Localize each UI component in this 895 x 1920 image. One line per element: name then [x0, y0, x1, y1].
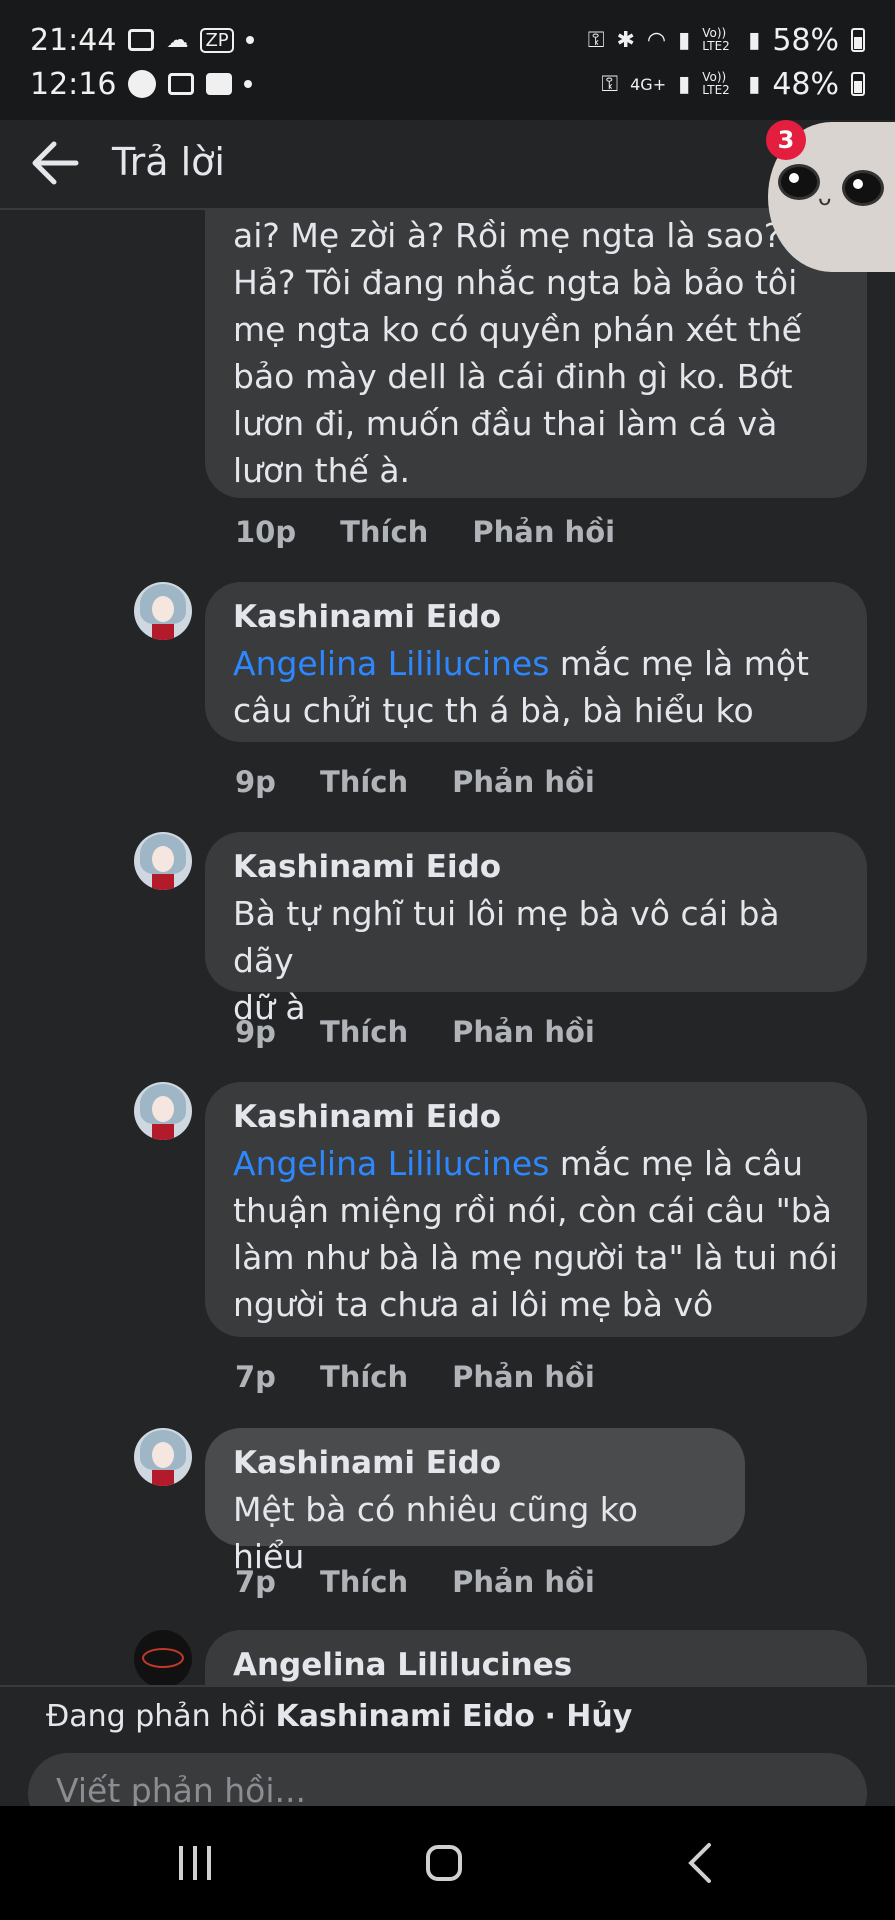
- comment-text: ai? Mẹ zời à? Rồi mẹ ngta là sao? Hả? Tô…: [233, 212, 839, 494]
- comment-actions: 9p Thích Phản hồi: [235, 1015, 595, 1049]
- like-button[interactable]: Thích: [320, 1360, 408, 1394]
- comment-bubble: ai? Mẹ zời à? Rồi mẹ ngta là sao? Hả? Tô…: [205, 210, 867, 498]
- reply-button[interactable]: Phản hồi: [452, 1360, 595, 1394]
- reply-composer: Đang phản hồi Kashinami Eido · Hủy Viết …: [0, 1685, 895, 1833]
- comment-line: mắc mẹ là câu: [549, 1144, 803, 1183]
- battery-percent-2: 48%: [772, 66, 839, 102]
- back-chevron-icon: [688, 1843, 711, 1883]
- notification-dot-icon: [245, 36, 254, 44]
- signal-icon-3: ▮: [678, 71, 691, 97]
- status-row-secondary: 12:16 ⚿ 4G+ ▮ Vo)) LTE2 ▮ 48%: [30, 62, 865, 106]
- network-type: 4G+: [630, 74, 667, 94]
- like-button[interactable]: Thích: [320, 1015, 408, 1049]
- comment-time: 9p: [235, 1015, 276, 1049]
- comment-time: 10p: [235, 515, 297, 549]
- avatar[interactable]: [134, 582, 192, 640]
- comment-line: ai? Mẹ zời à? Rồi mẹ ngta là sao?: [233, 216, 782, 255]
- comment-author[interactable]: Kashinami Eido: [233, 1440, 717, 1486]
- wifi-icon: ◠: [646, 27, 667, 53]
- avatar[interactable]: [134, 1428, 192, 1486]
- mention-link[interactable]: Angelina Lililucines: [233, 1144, 549, 1183]
- comment-time: 9p: [235, 765, 276, 799]
- avatar[interactable]: [134, 832, 192, 890]
- comment-actions: 7p Thích Phản hồi: [235, 1360, 595, 1394]
- comment-text: Bà tự nghĩ tui lôi mẹ bà vô cái bà dãy d…: [233, 890, 839, 1031]
- comment-time: 7p: [235, 1565, 276, 1599]
- like-button[interactable]: Thích: [340, 515, 428, 549]
- comment-time: 7p: [235, 1360, 276, 1394]
- back-button[interactable]: [680, 1836, 720, 1890]
- notification-dot-icon-2: [244, 80, 253, 88]
- vpn-key-icon: ⚿: [587, 27, 605, 53]
- comment-thread[interactable]: ai? Mẹ zời à? Rồi mẹ ngta là sao? Hả? Tô…: [0, 210, 895, 1685]
- comment-author[interactable]: Kashinami Eido: [233, 594, 839, 640]
- signal-icon: ▮: [678, 27, 691, 53]
- comment-line: lươn đi, muốn đầu thai làm cá và: [233, 404, 778, 443]
- reply-input-placeholder: Viết phản hồi...: [56, 1771, 306, 1810]
- signal-icon-4: ▮: [748, 71, 761, 97]
- cloud-icon: ☁: [166, 27, 189, 53]
- replying-prefix: Đang phản hồi: [46, 1699, 266, 1734]
- bluetooth-icon: ✱: [616, 27, 635, 53]
- status-row-primary: 21:44 ☁ ZP ⚿ ✱ ◠ ▮ Vo)) LTE2 ▮ 58%: [30, 18, 865, 62]
- battery-percent: 58%: [772, 22, 839, 58]
- system-nav-bar: [0, 1806, 895, 1920]
- comment-actions: 7p Thích Phản hồi: [235, 1565, 595, 1599]
- comment-line: người ta chưa ai lôi mẹ bà vô: [233, 1285, 714, 1324]
- volte-label-2: Vo)) LTE2: [702, 70, 730, 97]
- comment-line: mắc mẹ là một: [549, 644, 809, 683]
- comment-bubble: Kashinami Eido Mệt bà có nhiêu cũng ko h…: [205, 1428, 745, 1576]
- app-header: Trả lời: [0, 120, 895, 210]
- comment-author[interactable]: Kashinami Eido: [233, 1094, 839, 1140]
- status-time-2: 12:16: [30, 66, 117, 102]
- replying-to-label: Đang phản hồi Kashinami Eido · Hủy: [46, 1699, 632, 1734]
- reply-button[interactable]: Phản hồi: [452, 765, 595, 799]
- zp-icon: ZP: [200, 27, 234, 53]
- reply-button[interactable]: Phản hồi: [452, 1015, 595, 1049]
- comment-line: bảo mày dell là cái đinh gì ko. Bớt: [233, 357, 793, 396]
- reply-button[interactable]: Phản hồi: [472, 515, 615, 549]
- youtube-icon: [206, 73, 233, 95]
- home-button[interactable]: [424, 1836, 464, 1890]
- comment-line: Hả? Tôi đang nhắc ngta bà bảo tôi: [233, 263, 798, 302]
- comment-author[interactable]: Kashinami Eido: [233, 844, 839, 890]
- comment-line: làm như bà là mẹ người ta" là tui nói: [233, 1238, 838, 1277]
- cancel-reply-button[interactable]: · Hủy: [544, 1699, 632, 1734]
- comment-bubble: Kashinami Eido Bà tự nghĩ tui lôi mẹ bà …: [205, 832, 867, 1027]
- avatar[interactable]: [134, 1630, 192, 1685]
- recent-apps-button[interactable]: [172, 1836, 218, 1890]
- signal-icon-2: ▮: [748, 27, 761, 53]
- comment-line: mẹ ngta ko có quyền phán xét thế: [233, 310, 802, 349]
- gallery-icon: [128, 29, 155, 51]
- volte-label: Vo)) LTE2: [702, 26, 730, 53]
- battery-icon-2: [851, 72, 865, 96]
- comment-bubble: Angelina Lililucines: [205, 1630, 867, 1685]
- comment-text: Angelina Lililucines mắc mẹ là câu thuận…: [233, 1140, 839, 1328]
- gallery-icon-2: [168, 73, 195, 95]
- like-button[interactable]: Thích: [320, 1565, 408, 1599]
- replying-target[interactable]: Kashinami Eido: [275, 1699, 534, 1734]
- comment-text: Angelina Lililucines mắc mẹ là một câu c…: [233, 640, 839, 734]
- comment-line: thuận miệng rồi nói, còn cái câu "bà: [233, 1191, 832, 1230]
- reply-button[interactable]: Phản hồi: [452, 1565, 595, 1599]
- vpn-key-icon-2: ⚿: [601, 71, 619, 97]
- like-button[interactable]: Thích: [320, 765, 408, 799]
- comment-bubble: Kashinami Eido Angelina Lililucines mắc …: [205, 1082, 867, 1337]
- status-time: 21:44: [30, 22, 117, 58]
- comment-bubble: Kashinami Eido Angelina Lililucines mắc …: [205, 582, 867, 742]
- back-arrow-icon[interactable]: [30, 140, 80, 186]
- comment-line: lươn thế à.: [233, 451, 411, 490]
- battery-icon: [851, 28, 865, 52]
- status-bar: 21:44 ☁ ZP ⚿ ✱ ◠ ▮ Vo)) LTE2 ▮ 58% 12:16…: [0, 0, 895, 120]
- notification-badge: 3: [766, 120, 806, 160]
- mention-link[interactable]: Angelina Lililucines: [233, 644, 549, 683]
- comment-actions: 10p Thích Phản hồi: [235, 515, 615, 549]
- comment-line: câu chửi tục th á bà, bà hiểu ko: [233, 691, 754, 730]
- page-title: Trả lời: [112, 140, 225, 184]
- comment-actions: 9p Thích Phản hồi: [235, 765, 595, 799]
- comment-author[interactable]: Angelina Lililucines: [233, 1642, 839, 1685]
- comment-line: Bà tự nghĩ tui lôi mẹ bà vô cái bà dãy: [233, 894, 780, 980]
- avatar[interactable]: [134, 1082, 192, 1140]
- messenger-icon: [128, 70, 157, 98]
